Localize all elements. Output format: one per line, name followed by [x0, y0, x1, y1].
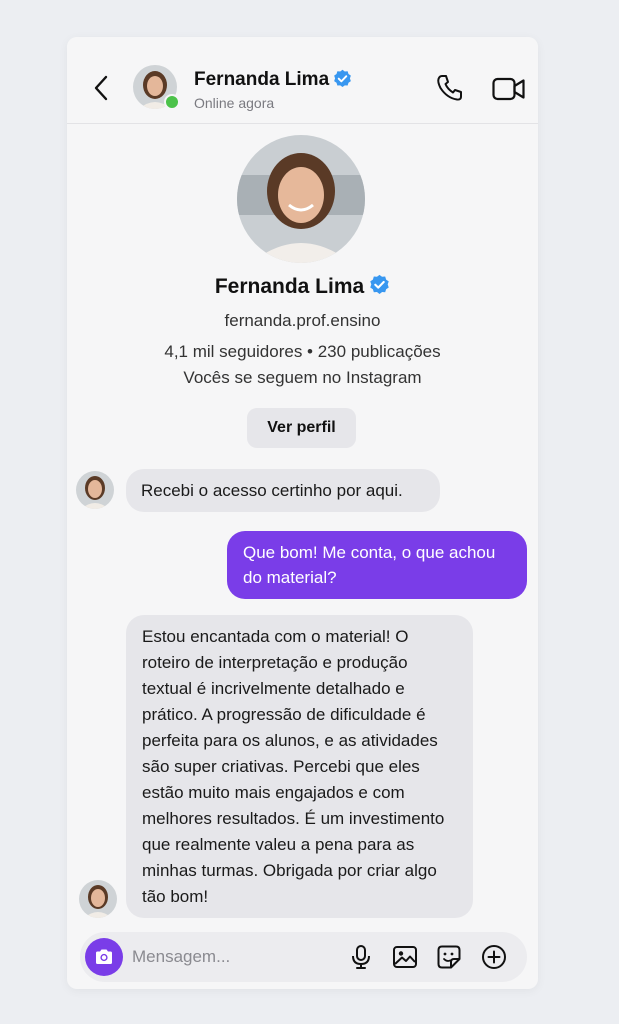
chat-header: Fernanda Lima Online agora: [67, 37, 538, 124]
plus-circle-icon[interactable]: [481, 944, 507, 970]
profile-name: Fernanda Lima: [214, 275, 365, 298]
chat-window: Fernanda Lima Online agora Fernanda Lima: [67, 37, 538, 989]
profile-photo[interactable]: [237, 135, 365, 263]
online-status-dot: [164, 94, 180, 110]
message-composer: [80, 932, 527, 982]
chevron-left-icon[interactable]: [91, 73, 113, 103]
avatar[interactable]: [79, 880, 117, 918]
profile-stats: 4,1 mil seguidores • 230 publicações: [164, 342, 441, 361]
microphone-icon[interactable]: [348, 944, 374, 970]
phone-icon[interactable]: [435, 73, 465, 103]
message-bubble-incoming[interactable]: Estou encantada com o material! O roteir…: [126, 615, 473, 918]
verified-badge-icon: [370, 274, 389, 294]
avatar[interactable]: [76, 471, 114, 509]
contact-status: Online agora: [194, 95, 275, 111]
camera-icon: [96, 949, 112, 964]
profile-handle: fernanda.prof.ensino: [224, 311, 381, 330]
verified-badge-icon: [334, 69, 351, 88]
image-icon[interactable]: [392, 944, 418, 970]
message-input[interactable]: [132, 942, 332, 972]
sticker-icon[interactable]: [436, 944, 462, 970]
message-bubble-incoming[interactable]: Recebi o acesso certinho por aqui.: [126, 469, 440, 512]
message-bubble-outgoing[interactable]: Que bom! Me conta, o que achou do materi…: [227, 531, 527, 599]
view-profile-button[interactable]: Ver perfil: [247, 408, 356, 448]
mutual-follow-note: Vocês se seguem no Instagram: [183, 368, 422, 387]
camera-button[interactable]: [85, 938, 123, 976]
video-camera-icon[interactable]: [492, 75, 526, 103]
contact-name: Fernanda Lima: [194, 69, 330, 90]
